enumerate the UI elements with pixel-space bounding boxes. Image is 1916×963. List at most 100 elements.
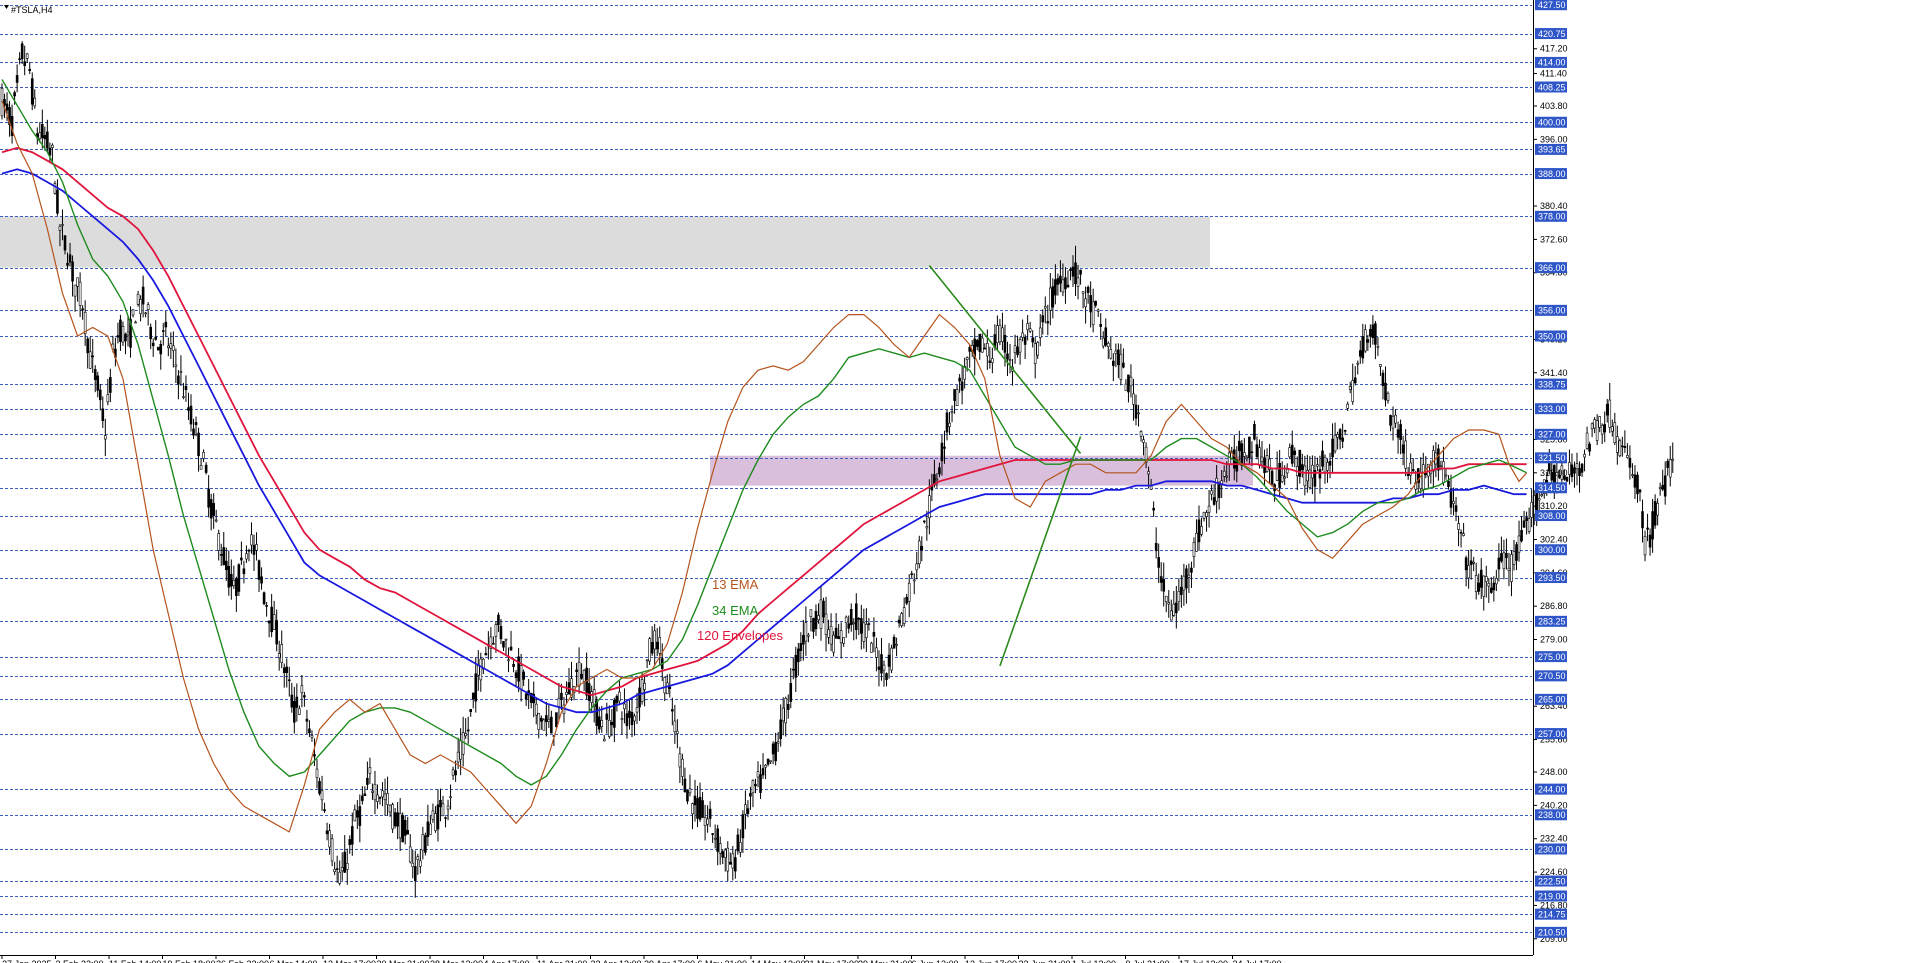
candle-body <box>1212 497 1216 505</box>
candle-body <box>877 666 881 670</box>
candle-body <box>915 563 919 571</box>
candle-body <box>192 428 195 436</box>
candle-body <box>272 614 276 630</box>
candle-body <box>1225 475 1229 478</box>
candle-body <box>723 849 727 858</box>
candle-body <box>812 617 815 632</box>
price-tick-label: 396.00 <box>1540 134 1568 144</box>
candle-body <box>1182 575 1186 591</box>
candle-body <box>1280 474 1284 482</box>
candle-body <box>189 405 193 425</box>
candle-body <box>1096 309 1100 312</box>
candle-body <box>66 262 69 266</box>
candle-body <box>214 519 218 522</box>
candle-body <box>1260 456 1264 463</box>
candle-body <box>1061 279 1065 293</box>
candle-body <box>30 78 34 105</box>
candle-body <box>416 856 420 860</box>
level-badge-label: 275.00 <box>1538 652 1566 662</box>
candle-body <box>1167 602 1171 605</box>
candle-body <box>751 780 755 794</box>
candle-body <box>590 691 593 703</box>
level-badge-label: 333.00 <box>1538 404 1566 414</box>
candle-body <box>1124 383 1128 391</box>
symbol-header: #TSLA,H4 <box>4 5 53 15</box>
price-tick-label: 286.80 <box>1540 601 1568 611</box>
level-badge-label: 265.00 <box>1538 695 1566 705</box>
candle-body <box>479 658 483 681</box>
candle-body <box>1343 430 1347 432</box>
candle-body <box>219 554 223 556</box>
candle-body <box>769 760 772 763</box>
candle-body <box>645 659 649 662</box>
candle-body <box>1366 339 1370 343</box>
candle-body <box>1323 456 1327 473</box>
candle-body <box>104 435 107 440</box>
level-badge-label: 378.00 <box>1538 212 1566 222</box>
candle-body <box>1474 575 1478 592</box>
candle-body <box>791 668 795 671</box>
level-badge-label: 230.00 <box>1538 844 1566 854</box>
candle-body <box>653 630 656 650</box>
level-badge-label: 300.00 <box>1538 545 1566 555</box>
candle-body <box>230 573 233 587</box>
candle-body <box>119 319 122 342</box>
candle-body <box>1038 327 1042 338</box>
candle-body <box>822 600 825 618</box>
candle-body <box>950 411 954 414</box>
candle-body <box>1618 440 1622 457</box>
candle-body <box>789 682 793 702</box>
candle-body <box>1399 424 1402 441</box>
candle-body <box>408 846 412 863</box>
candle-body <box>345 862 349 870</box>
candle-body <box>1457 523 1460 530</box>
candle-body <box>628 710 631 718</box>
candle-body <box>623 703 626 710</box>
candle-body <box>1016 346 1019 356</box>
candle-body <box>960 381 964 391</box>
candle-body <box>1469 560 1473 565</box>
price-chart[interactable]: 13 EMA 34 EMA 120 Envelopes 417.20 411.40 40… <box>0 0 1916 963</box>
candle-body <box>81 308 84 311</box>
candle-body <box>1290 444 1294 464</box>
candle-body <box>1243 452 1246 457</box>
price-tick-label: 310.20 <box>1540 501 1568 511</box>
candle-body <box>88 351 92 369</box>
candle-body <box>1623 446 1627 448</box>
candle-body <box>1265 455 1269 472</box>
candle-body <box>121 326 125 343</box>
time-tick-label: 24 Jul 17:00 <box>1233 959 1282 963</box>
candle-body <box>1139 431 1143 437</box>
candle-body <box>1041 315 1045 323</box>
candle-body <box>421 834 425 851</box>
candle-body <box>547 718 551 722</box>
candle-body <box>625 713 629 727</box>
candle-body <box>1580 463 1584 473</box>
candle-body <box>605 713 609 720</box>
time-tick-label: 19 Feb 18:00 <box>163 959 216 963</box>
candle-body <box>318 781 321 794</box>
candle-body <box>1578 468 1581 476</box>
candle-body <box>671 709 674 712</box>
candle-body <box>293 700 296 723</box>
candle-body <box>983 347 987 350</box>
candle-body <box>1444 474 1448 477</box>
candle-body <box>368 767 372 774</box>
candle-body <box>146 304 150 310</box>
candle-body <box>1258 447 1261 465</box>
candle-body <box>1585 432 1589 449</box>
candle-body <box>1001 327 1004 342</box>
candle-body <box>890 647 893 671</box>
candle-body <box>1490 587 1493 593</box>
price-tick-label: 380.40 <box>1540 201 1568 211</box>
candle-body <box>726 847 730 872</box>
candle-body <box>716 828 719 852</box>
candle-body <box>1590 423 1594 430</box>
candle-body <box>1180 586 1183 595</box>
candle-body <box>827 629 830 638</box>
level-badge-label: 350.00 <box>1538 331 1566 341</box>
candle-body <box>560 692 563 700</box>
candle-body <box>124 333 127 342</box>
candle-body <box>315 768 319 778</box>
candle-body <box>1668 459 1672 478</box>
